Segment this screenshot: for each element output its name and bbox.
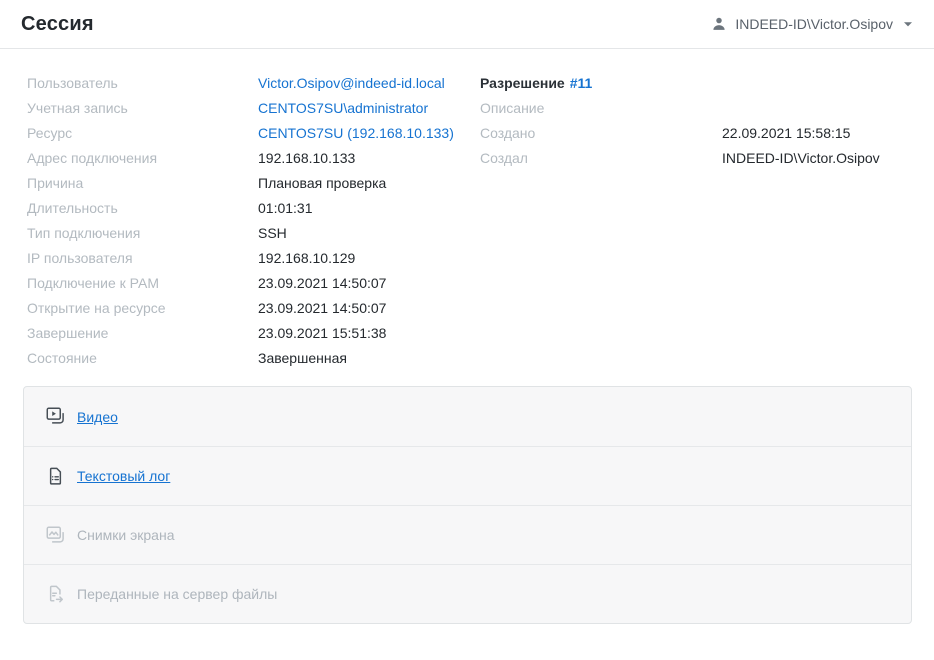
detail-label: Создано [480, 125, 722, 141]
detail-value: SSH [258, 225, 287, 241]
detail-value: 192.168.10.129 [258, 250, 355, 266]
detail-row: Длительность01:01:31 [27, 195, 480, 220]
text-log-icon [46, 467, 65, 486]
panel-label: Снимки экрана [77, 527, 174, 543]
detail-label: Учетная запись [27, 100, 258, 116]
detail-row: Тип подключенияSSH [27, 220, 480, 245]
panel-uploaded-files: Переданные на сервер файлы [24, 564, 911, 623]
detail-row: Описание [480, 95, 911, 120]
permission-label: Разрешение [480, 75, 565, 91]
detail-value: Плановая проверка [258, 175, 386, 191]
video-icon [46, 407, 65, 426]
detail-row: ПользовательVictor.Osipov@indeed-id.loca… [27, 70, 480, 95]
detail-row: Учетная записьCENTOS7SU\administrator [27, 95, 480, 120]
detail-row: IP пользователя192.168.10.129 [27, 245, 480, 270]
permission-row: Разрешение #11 [480, 70, 911, 95]
panel-label[interactable]: Видео [77, 409, 118, 425]
panel-text-log[interactable]: Текстовый лог [24, 446, 911, 505]
detail-value: 192.168.10.133 [258, 150, 355, 166]
permission-number-link[interactable]: #11 [570, 75, 593, 91]
user-icon [711, 16, 727, 32]
detail-value: 23.09.2021 14:50:07 [258, 275, 386, 291]
panel-label[interactable]: Текстовый лог [77, 468, 170, 484]
detail-value-link[interactable]: Victor.Osipov@indeed-id.local [258, 75, 445, 91]
detail-row: Адрес подключения192.168.10.133 [27, 145, 480, 170]
detail-label: Открытие на ресурсе [27, 300, 258, 316]
page-header: Сессия INDEED-ID\Victor.Osipov [0, 0, 934, 49]
detail-value: INDEED-ID\Victor.Osipov [722, 150, 880, 166]
detail-label: Причина [27, 175, 258, 191]
detail-value: 23.09.2021 14:50:07 [258, 300, 386, 316]
detail-row: СостояниеЗавершенная [27, 345, 480, 370]
chevron-down-icon [903, 19, 913, 29]
upload-files-icon [46, 585, 65, 604]
detail-value-link[interactable]: CENTOS7SU\administrator [258, 100, 428, 116]
detail-label: IP пользователя [27, 250, 258, 266]
detail-label: Пользователь [27, 75, 258, 91]
detail-label: Завершение [27, 325, 258, 341]
detail-value: 01:01:31 [258, 200, 313, 216]
panel-screenshots: Снимки экрана [24, 505, 911, 564]
detail-label: Адрес подключения [27, 150, 258, 166]
detail-label: Подключение к PAM [27, 275, 258, 291]
session-page: Сессия INDEED-ID\Victor.Osipov Пользоват… [0, 0, 934, 660]
screenshots-icon [46, 526, 65, 545]
detail-value: Завершенная [258, 350, 347, 366]
detail-label: Тип подключения [27, 225, 258, 241]
detail-row: Подключение к PAM23.09.2021 14:50:07 [27, 270, 480, 295]
detail-value: 23.09.2021 15:51:38 [258, 325, 386, 341]
detail-row: ПричинаПлановая проверка [27, 170, 480, 195]
detail-value: 22.09.2021 15:58:15 [722, 125, 850, 141]
session-details: ПользовательVictor.Osipov@indeed-id.loca… [0, 49, 934, 370]
detail-label: Состояние [27, 350, 258, 366]
detail-row: РесурсCENTOS7SU (192.168.10.133) [27, 120, 480, 145]
user-menu[interactable]: INDEED-ID\Victor.Osipov [711, 16, 913, 32]
panel-video[interactable]: Видео [24, 387, 911, 446]
detail-row: Открытие на ресурсе23.09.2021 14:50:07 [27, 295, 480, 320]
detail-label: Описание [480, 100, 722, 116]
detail-row: Завершение23.09.2021 15:51:38 [27, 320, 480, 345]
detail-value-link[interactable]: CENTOS7SU (192.168.10.133) [258, 125, 454, 141]
detail-row: СоздалINDEED-ID\Victor.Osipov [480, 145, 911, 170]
panel-label: Переданные на сервер файлы [77, 586, 277, 602]
page-title: Сессия [21, 13, 94, 36]
detail-label: Ресурс [27, 125, 258, 141]
details-left-column: ПользовательVictor.Osipov@indeed-id.loca… [27, 70, 480, 370]
user-menu-label: INDEED-ID\Victor.Osipov [735, 16, 893, 32]
detail-label: Длительность [27, 200, 258, 216]
details-right-column: Разрешение #11 Описание Создано22.09.2021… [480, 70, 911, 370]
permission-details: ОписаниеСоздано22.09.2021 15:58:15Создал… [480, 95, 911, 170]
detail-label: Создал [480, 150, 722, 166]
session-artifact-panels: Видео Текстовый лог Снимки экрана Переданны… [23, 386, 912, 624]
detail-row: Создано22.09.2021 15:58:15 [480, 120, 911, 145]
